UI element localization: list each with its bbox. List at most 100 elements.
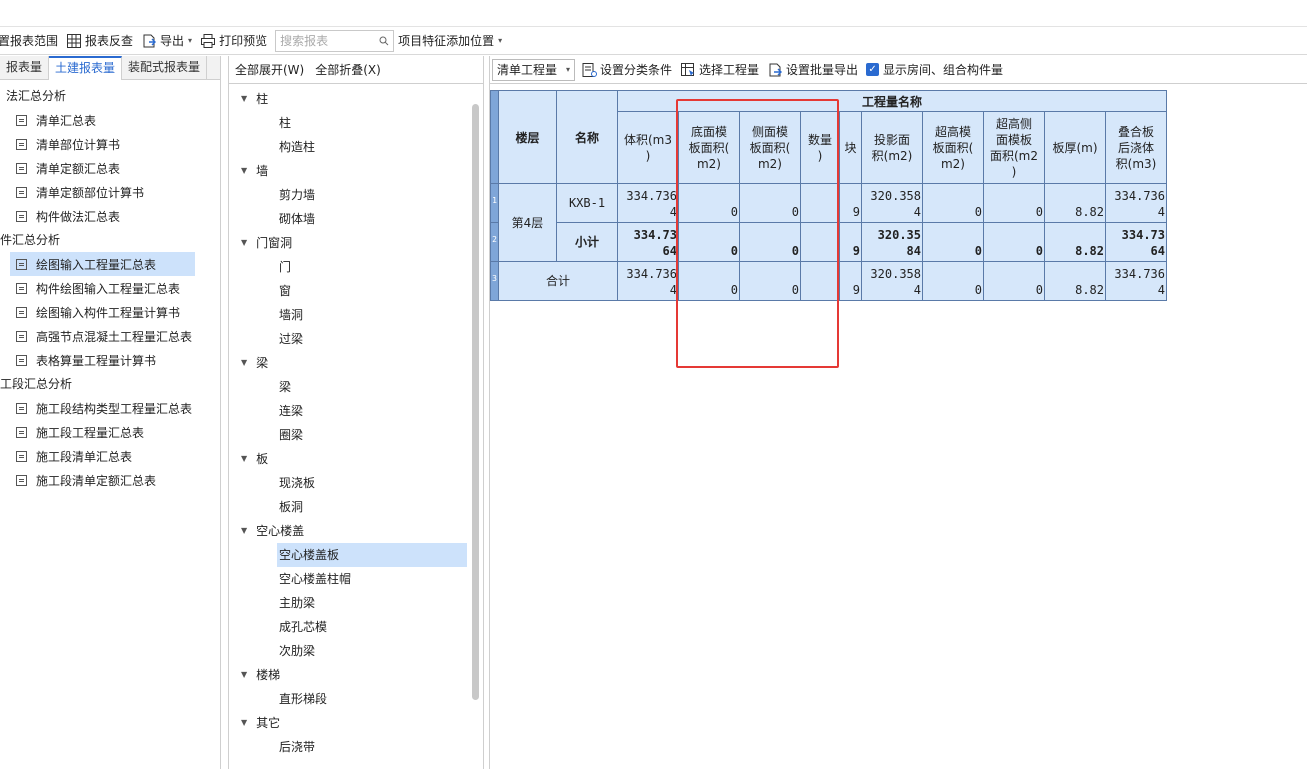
tree-item[interactable]: 高强节点混凝土工程量汇总表 (0, 324, 220, 348)
table-cell[interactable]: 0 (983, 183, 1045, 223)
table-cell[interactable]: 0 (983, 222, 1045, 262)
tree-item[interactable]: 窗 (229, 279, 483, 303)
tree-item[interactable]: 构件绘图输入工程量汇总表 (0, 276, 220, 300)
tree-item[interactable]: 主肋梁 (229, 591, 483, 615)
col-header-projected-area[interactable]: 投影面 积(m2) (861, 111, 923, 184)
col-header-overheight-side-formwork[interactable]: 超高侧 面模板 面积(m2) (983, 111, 1045, 184)
table-cell[interactable]: 334.7364 (1105, 222, 1167, 262)
table-cell[interactable]: 8.82 (1044, 222, 1106, 262)
batch-export-button[interactable]: 设置批量导出 (767, 59, 858, 81)
tree-group[interactable]: ▼ 柱 (229, 87, 483, 111)
collapse-arrow-icon[interactable]: ▼ (241, 351, 247, 375)
tree-item[interactable]: 砌体墙 (229, 207, 483, 231)
tree-group[interactable]: 工段汇总分析 (0, 372, 220, 396)
tree-group[interactable]: ▼ 门窗洞 (229, 231, 483, 255)
tree-item[interactable]: 施工段结构类型工程量汇总表 (0, 396, 220, 420)
table-cell[interactable]: 8.82 (1044, 183, 1106, 223)
select-quantity-button[interactable]: 选择工程量 (680, 59, 759, 81)
tree-item[interactable]: 清单定额汇总表 (0, 156, 220, 180)
tree-item[interactable]: 清单汇总表 (0, 108, 220, 132)
row-number[interactable]: 3 (490, 261, 499, 301)
tree-item[interactable]: 成孔芯模 (229, 615, 483, 639)
tree-item[interactable]: 施工段工程量汇总表 (0, 420, 220, 444)
row-number[interactable]: 2 (490, 222, 499, 262)
table-cell[interactable]: 0 (983, 261, 1045, 301)
col-header-floor[interactable]: 楼层 (498, 90, 557, 184)
table-cell[interactable]: 9 (839, 261, 862, 301)
tree-group[interactable]: ▼ 其它 (229, 711, 483, 735)
report-range-button[interactable]: 置报表范围 (0, 30, 58, 52)
show-rooms-checkbox[interactable]: ✓ 显示房间、组合构件量 (866, 59, 1003, 81)
set-category-button[interactable]: 设置分类条件 (581, 59, 672, 81)
quantity-type-select[interactable]: 清单工程量 ▾ (492, 58, 575, 81)
print-preview-button[interactable]: 打印预览 (200, 30, 267, 52)
tree-group[interactable]: ▼ 楼梯 (229, 663, 483, 687)
collapse-arrow-icon[interactable]: ▼ (241, 159, 247, 183)
tree-item[interactable]: 构造柱 (229, 135, 483, 159)
collapse-arrow-icon[interactable]: ▼ (241, 231, 247, 255)
tree-group[interactable]: ▼ 空心楼盖 (229, 519, 483, 543)
total-label[interactable]: 合计 (498, 261, 618, 301)
table-cell[interactable]: 320.3584 (861, 183, 923, 223)
col-header-blocks[interactable]: 块 (839, 111, 862, 184)
export-button[interactable]: 导出 ▾ (141, 30, 192, 52)
tree-group[interactable]: 法汇总分析 (6, 84, 220, 108)
tree-scrollbar[interactable] (472, 104, 479, 700)
table-cell[interactable]: 320.3584 (861, 222, 923, 262)
tree-item-selected[interactable]: 空心楼盖板 (229, 543, 483, 567)
table-cell[interactable]: 334.7364 (1105, 183, 1167, 223)
col-header-slab-thickness[interactable]: 板厚(m) (1044, 111, 1106, 184)
collapse-arrow-icon[interactable]: ▼ (241, 87, 247, 111)
search-input[interactable]: 搜索报表 (275, 29, 395, 52)
tree-item[interactable]: 板洞 (229, 495, 483, 519)
tree-item[interactable]: 梁 (229, 375, 483, 399)
subtotal-label[interactable]: 小计 (556, 222, 618, 262)
table-cell[interactable]: 0 (922, 183, 984, 223)
tree-item[interactable]: 次肋梁 (229, 639, 483, 663)
tree-item[interactable]: 过梁 (229, 327, 483, 351)
table-cell[interactable]: 0 (922, 222, 984, 262)
tree-group[interactable]: 件汇总分析 (0, 228, 220, 252)
tree-item[interactable]: 空心楼盖柱帽 (229, 567, 483, 591)
table-cell[interactable]: 0 (922, 261, 984, 301)
tree-item[interactable]: 绘图输入构件工程量计算书 (0, 300, 220, 324)
collapse-arrow-icon[interactable]: ▼ (241, 447, 247, 471)
tree-item[interactable]: 清单定额部位计算书 (0, 180, 220, 204)
col-header-overheight-formwork[interactable]: 超高模 板面积(m2) (922, 111, 984, 184)
tree-item[interactable]: 现浇板 (229, 471, 483, 495)
report-check-button[interactable]: 报表反查 (66, 30, 133, 52)
tree-item[interactable]: 表格算量工程量计算书 (0, 348, 220, 372)
tree-item[interactable]: 构件做法汇总表 (0, 204, 220, 228)
tree-item[interactable]: 直形梯段 (229, 687, 483, 711)
collapse-arrow-icon[interactable]: ▼ (241, 519, 247, 543)
tab-civil-report[interactable]: 土建报表量 (49, 56, 123, 80)
table-cell[interactable]: 334.7364 (617, 222, 679, 262)
tree-item-selected[interactable]: 绘图输入工程量汇总表 (0, 252, 220, 276)
tree-group[interactable]: ▼ 板 (229, 447, 483, 471)
row-number[interactable]: 1 (490, 183, 499, 223)
tab-report-quantity[interactable]: 报表量 (0, 56, 50, 80)
tree-item[interactable]: 连梁 (229, 399, 483, 423)
tree-item[interactable]: 施工段清单定额汇总表 (0, 468, 220, 492)
col-header-volume[interactable]: 体积(m3) (617, 111, 679, 184)
collapse-arrow-icon[interactable]: ▼ (241, 663, 247, 687)
table-cell[interactable]: 334.7364 (1105, 261, 1167, 301)
tree-item[interactable]: 清单部位计算书 (0, 132, 220, 156)
collapse-arrow-icon[interactable]: ▼ (241, 711, 247, 735)
table-cell[interactable]: 9 (839, 222, 862, 262)
tree-item[interactable]: 柱 (229, 111, 483, 135)
tab-prefab-report[interactable]: 装配式报表量 (122, 56, 208, 80)
tree-item[interactable]: 后浇带 (229, 735, 483, 759)
collapse-all-button[interactable]: 全部折叠(X) (315, 61, 381, 78)
tree-item[interactable]: 墙洞 (229, 303, 483, 327)
table-cell[interactable]: 8.82 (1044, 261, 1106, 301)
name-cell[interactable]: KXB-1 (556, 183, 618, 223)
table-cell[interactable]: 320.3584 (861, 261, 923, 301)
table-cell[interactable]: 334.7364 (617, 261, 679, 301)
floor-cell[interactable]: 第4层 (498, 183, 557, 262)
table-cell[interactable]: 9 (839, 183, 862, 223)
expand-all-button[interactable]: 全部展开(W) (235, 61, 304, 78)
feature-position-dropdown[interactable]: 项目特征添加位置 ▾ (398, 30, 502, 52)
tree-group[interactable]: ▼ 墙 (229, 159, 483, 183)
tree-item[interactable]: 施工段清单汇总表 (0, 444, 220, 468)
